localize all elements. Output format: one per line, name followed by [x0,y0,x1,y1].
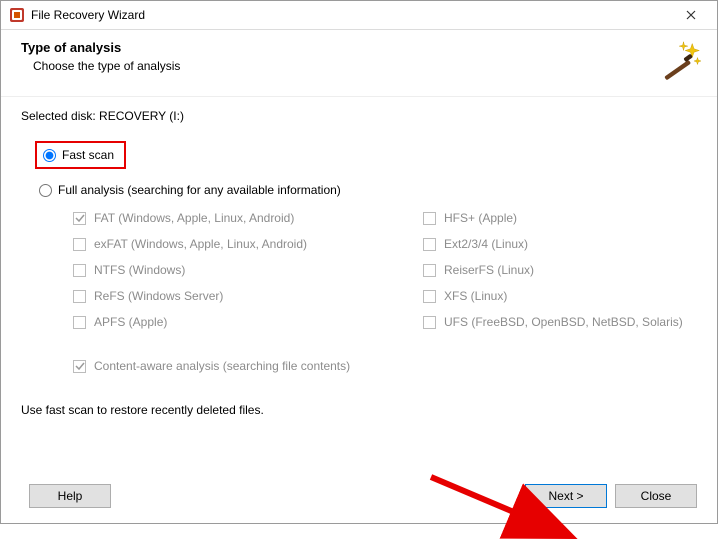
fast-scan-label: Fast scan [62,148,114,162]
checkbox-icon [423,212,436,225]
fs-apfs: APFS (Apple) [73,315,393,329]
close-button[interactable]: Close [615,484,697,508]
fs-label: APFS (Apple) [94,315,167,329]
full-analysis-label: Full analysis (searching for any availab… [58,183,341,197]
fast-scan-radio-input[interactable] [43,149,56,162]
fs-hfsplus: HFS+ (Apple) [423,211,703,225]
fs-reiserfs: ReiserFS (Linux) [423,263,703,277]
fs-label: HFS+ (Apple) [444,211,517,225]
wizard-header-text: Type of analysis Choose the type of anal… [21,40,659,73]
wizard-window: File Recovery Wizard Type of analysis Ch… [0,0,718,524]
fs-label: Ext2/3/4 (Linux) [444,237,528,251]
fs-label: XFS (Linux) [444,289,507,303]
content-aware-option: Content-aware analysis (searching file c… [73,359,697,373]
fs-ufs: UFS (FreeBSD, OpenBSD, NetBSD, Solaris) [423,315,703,329]
wizard-footer: Help Next > Close [1,469,717,523]
app-icon [9,7,25,23]
checkbox-icon [73,290,86,303]
checkbox-icon [423,290,436,303]
fs-xfs: XFS (Linux) [423,289,703,303]
full-analysis-radio[interactable]: Full analysis (searching for any availab… [39,183,697,197]
titlebar: File Recovery Wizard [1,1,717,30]
fs-refs: ReFS (Windows Server) [73,289,393,303]
selected-disk-label: Selected disk: RECOVERY (I:) [21,109,697,123]
wizard-header: Type of analysis Choose the type of anal… [1,30,717,97]
fast-scan-highlight: Fast scan [35,141,126,169]
fs-label: ReiserFS (Linux) [444,263,534,277]
checkbox-icon [73,360,86,373]
close-button-label: Close [641,489,672,503]
fs-label: NTFS (Windows) [94,263,185,277]
next-button-label: Next > [548,489,583,503]
hint-text: Use fast scan to restore recently delete… [21,403,697,417]
window-title: File Recovery Wizard [31,8,671,22]
content-aware-label: Content-aware analysis (searching file c… [94,359,350,373]
fs-label: UFS (FreeBSD, OpenBSD, NetBSD, Solaris) [444,315,683,329]
fs-label: ReFS (Windows Server) [94,289,223,303]
page-subheading: Choose the type of analysis [33,59,659,73]
fs-exfat: exFAT (Windows, Apple, Linux, Android) [73,237,393,251]
fs-ext: Ext2/3/4 (Linux) [423,237,703,251]
wizard-content: Selected disk: RECOVERY (I:) Fast scan F… [1,97,717,469]
fs-label: FAT (Windows, Apple, Linux, Android) [94,211,294,225]
help-button[interactable]: Help [29,484,111,508]
checkbox-icon [423,264,436,277]
page-heading: Type of analysis [21,40,659,55]
full-analysis-radio-input[interactable] [39,184,52,197]
checkbox-icon [73,264,86,277]
next-button[interactable]: Next > [525,484,607,508]
checkbox-icon [423,238,436,251]
checkbox-icon [73,212,86,225]
checkbox-icon [423,316,436,329]
wizard-wand-icon [659,40,701,82]
fs-ntfs: NTFS (Windows) [73,263,393,277]
checkbox-icon [73,316,86,329]
filesystem-options: FAT (Windows, Apple, Linux, Android) HFS… [73,211,697,329]
fs-label: exFAT (Windows, Apple, Linux, Android) [94,237,307,251]
fs-fat: FAT (Windows, Apple, Linux, Android) [73,211,393,225]
help-button-label: Help [58,489,83,503]
checkbox-icon [73,238,86,251]
fast-scan-radio[interactable]: Fast scan [43,148,114,162]
window-close-button[interactable] [671,1,711,29]
